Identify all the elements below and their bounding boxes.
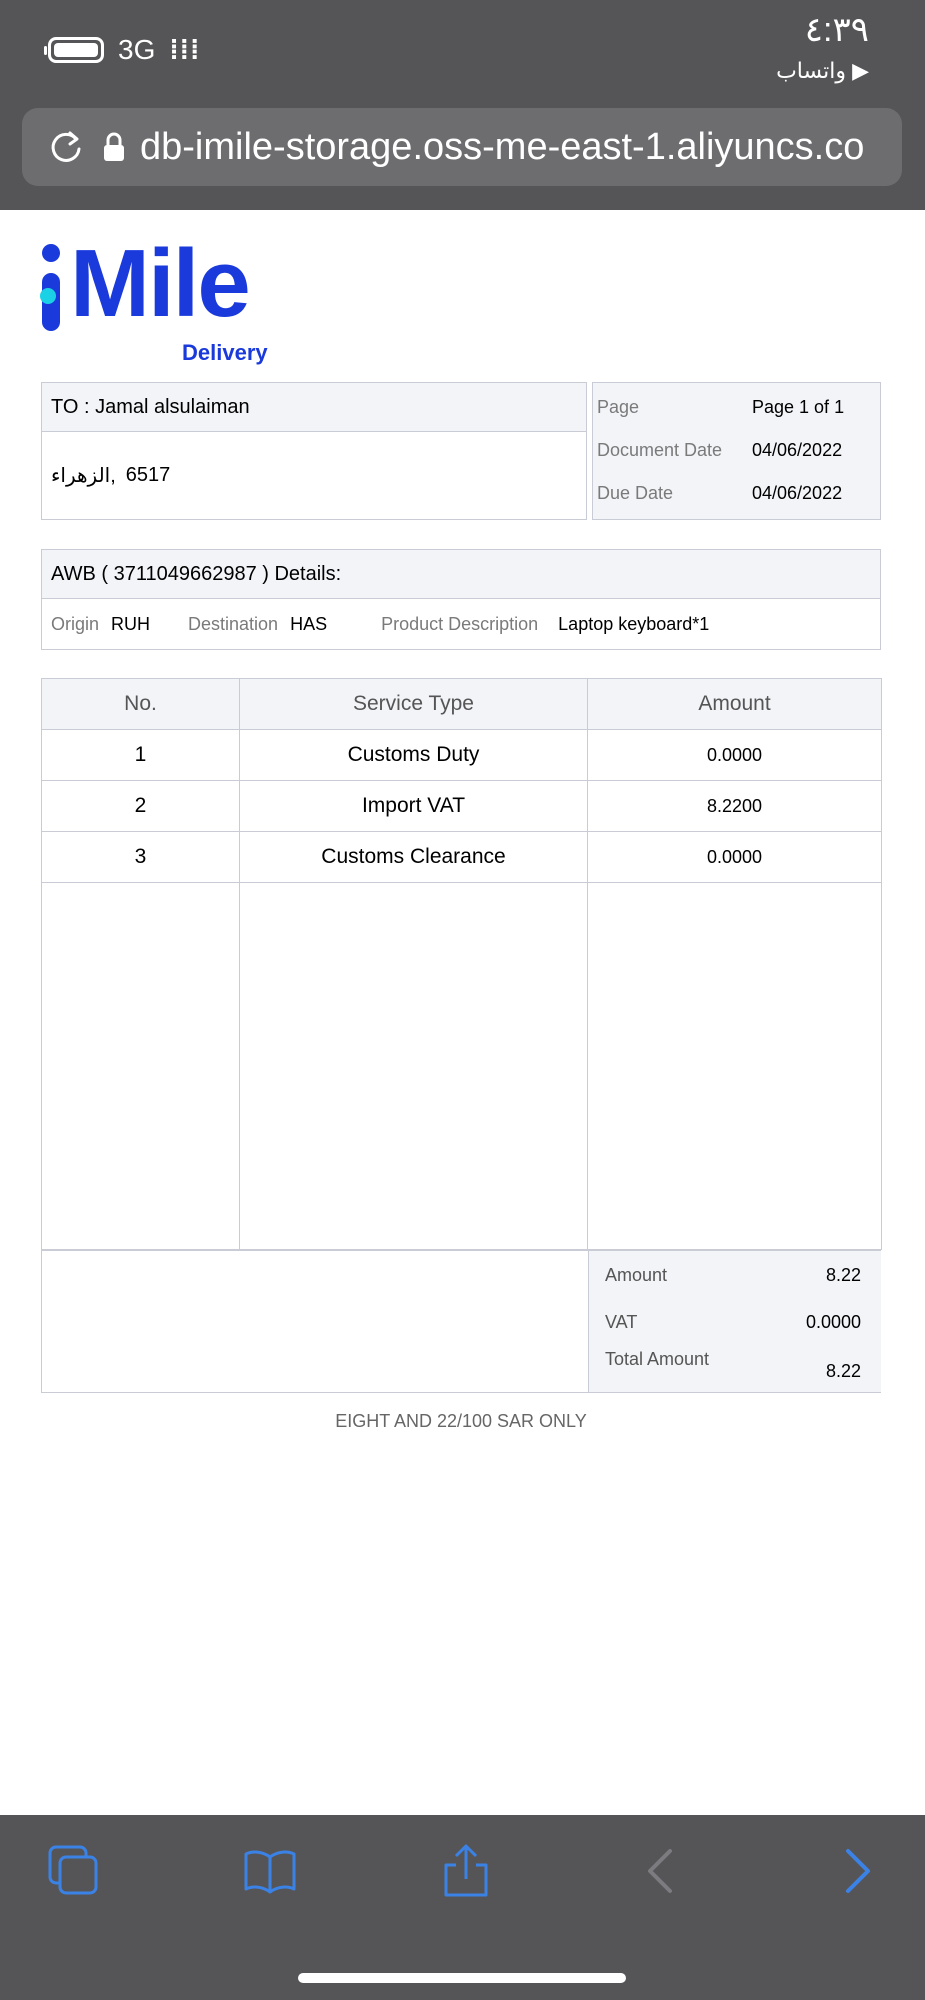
lock-icon [104,132,124,161]
row-service: Customs Clearance [239,831,588,883]
signal-icon: ⁞⁞⁞ [169,34,201,65]
battery-icon [44,37,104,63]
origin-label: Origin [51,613,100,634]
logo-subtitle: Delivery [182,340,268,365]
destination-label: Destination [188,613,279,634]
share-icon[interactable] [438,1843,494,1899]
services-table: No. Service Type Amount 1 Customs Duty 0… [41,678,882,1250]
tabs-icon[interactable] [46,1843,102,1899]
origin-value: RUH [111,613,151,634]
total-vat-row: VAT 0.0000 [605,1312,861,1332]
product-label: Product Description [381,613,539,634]
url-text[interactable]: db-imile-storage.oss-me-east-1.aliyuncs.… [140,126,864,169]
product-value: Laptop keyboard*1 [558,613,710,634]
table-row: 3 Customs Clearance 0.0000 [41,831,882,883]
recipient-name: TO : Jamal alsulaiman [42,383,586,432]
row-number: 1 [41,729,240,781]
back-icon[interactable] [634,1843,690,1899]
network-type: 3G [118,34,156,65]
document-meta: Page Page 1 of 1 Document Date 04/06/202… [592,382,881,520]
row-number: 2 [41,780,240,832]
meta-document-date: Document Date 04/06/2022 [597,440,843,460]
imile-logo: Mile Delivery [40,236,300,370]
row-amount: 8.2200 [587,780,882,832]
address-number: 6517 [125,463,171,486]
column-header-service-type: Service Type [239,678,588,730]
forward-icon[interactable] [830,1843,886,1899]
clock: ٤:٣٩ [804,11,869,49]
column-header-no: No. [41,678,240,730]
row-amount: 0.0000 [587,729,882,781]
home-indicator[interactable] [298,1973,626,1983]
recipient-address: الزهراء, 6517 [42,432,586,518]
address-bar[interactable]: db-imile-storage.oss-me-east-1.aliyuncs.… [22,108,902,186]
status-left: 3G ⁞⁞⁞ [44,34,201,66]
column-header-amount: Amount [587,678,882,730]
totals-box: Amount 8.22 VAT 0.0000 Total Amount 8.22 [41,1250,881,1393]
grand-total-row: Total Amount 8.22 [605,1349,861,1381]
meta-due-date: Due Date 04/06/2022 [597,483,843,503]
browser-toolbar [0,1815,925,2000]
row-amount: 0.0000 [587,831,882,883]
top-bar: 3G ⁞⁞⁞ ٤:٣٩ ▶ واتساب db-imile-storage.os… [0,0,925,210]
table-row: 1 Customs Duty 0.0000 [41,729,882,781]
reload-icon[interactable] [46,127,86,167]
awb-details: AWB ( 3711049662987 ) Details: Origin RU… [41,549,881,650]
row-number: 3 [41,831,240,883]
meta-page: Page Page 1 of 1 [597,397,845,417]
recipient-box: TO : Jamal alsulaiman الزهراء, 6517 [41,382,587,520]
awb-fields: Origin RUH Destination HAS Product Descr… [42,599,880,649]
status-right: ٤:٣٩ ▶ واتساب [776,10,869,84]
table-row: 2 Import VAT 8.2200 [41,780,882,832]
address-text: الزهراء, [51,464,116,487]
amount-in-words: EIGHT AND 22/100 SAR ONLY [335,1411,587,1431]
row-service: Import VAT [239,780,588,832]
totals-panel: Amount 8.22 VAT 0.0000 Total Amount 8.22 [588,1251,881,1392]
back-to-app-link[interactable]: ▶ واتساب [776,58,869,84]
total-amount-row: Amount 8.22 [605,1265,861,1285]
bookmarks-icon[interactable] [242,1843,298,1899]
destination-value: HAS [290,613,328,634]
table-header-row: No. Service Type Amount [41,678,882,730]
row-service: Customs Duty [239,729,588,781]
awb-heading: AWB ( 3711049662987 ) Details: [42,550,880,599]
empty-row [41,882,882,1250]
logo-wordmark: Mile [70,230,251,337]
